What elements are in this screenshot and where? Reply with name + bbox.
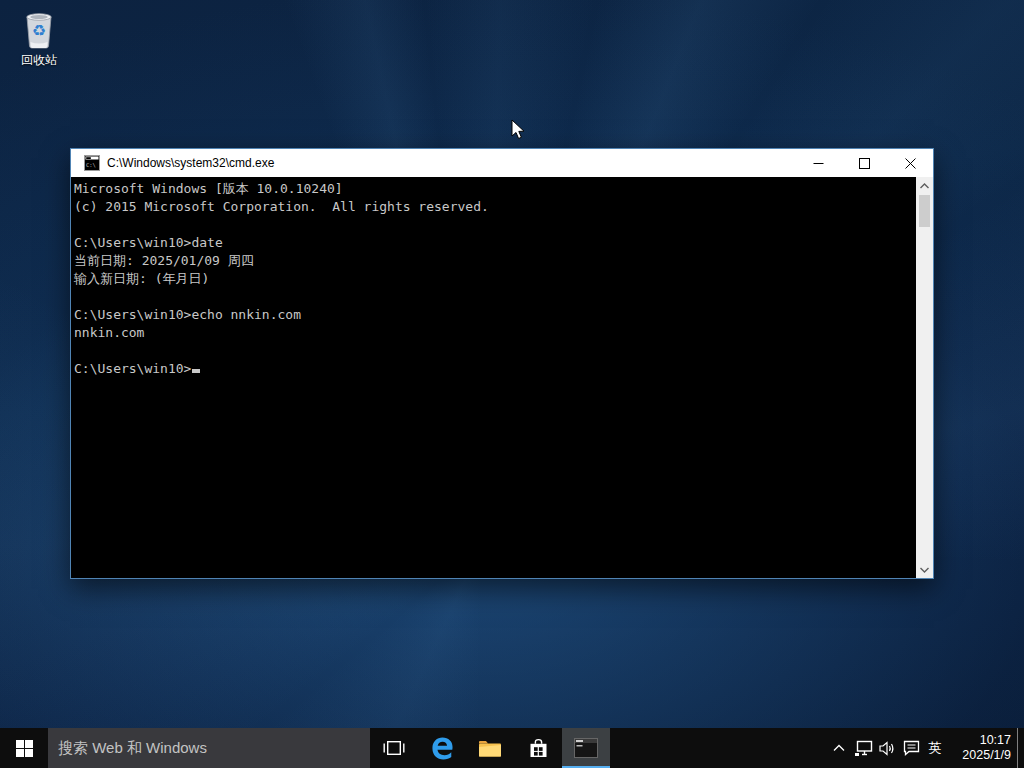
windows-logo-icon [16, 740, 33, 757]
maximize-button[interactable] [841, 149, 887, 177]
taskbar: 搜索 Web 和 Windows [0, 728, 1024, 768]
edge-button[interactable] [418, 728, 466, 768]
edge-icon [429, 735, 456, 762]
recycle-bin-label: 回收站 [6, 52, 72, 69]
cmd-taskbar-icon [574, 738, 598, 758]
file-explorer-button[interactable] [466, 728, 514, 768]
start-button[interactable] [0, 728, 48, 768]
close-button[interactable] [887, 149, 933, 177]
system-tray: 英 10:17 2025/1/9 [827, 728, 1024, 768]
mouse-cursor [511, 119, 526, 141]
scroll-down-icon[interactable] [916, 561, 933, 578]
recycle-bin[interactable]: ♻ 回收站 [6, 8, 72, 69]
cmd-taskbar-button[interactable] [562, 728, 610, 768]
search-placeholder: 搜索 Web 和 Windows [58, 739, 207, 758]
cmd-titlebar[interactable]: C:\ C:\Windows\system32\cmd.exe [71, 149, 933, 177]
search-box[interactable]: 搜索 Web 和 Windows [48, 728, 370, 768]
action-center-button[interactable] [899, 728, 923, 768]
network-tray-button[interactable] [851, 728, 875, 768]
ime-indicator[interactable]: 英 [923, 728, 947, 768]
minimize-button[interactable] [795, 149, 841, 177]
scroll-up-icon[interactable] [916, 177, 933, 194]
task-view-button[interactable] [370, 728, 418, 768]
cmd-app-icon: C:\ [84, 155, 100, 171]
svg-text:♻: ♻ [32, 21, 46, 40]
svg-text:C:\: C:\ [86, 162, 96, 168]
speaker-icon [879, 741, 896, 756]
cmd-window: C:\ C:\Windows\system32\cmd.exe Microsof… [70, 148, 934, 579]
terminal-scrollbar[interactable] [916, 177, 933, 578]
terminal-output[interactable]: Microsoft Windows [版本 10.0.10240] (c) 20… [71, 177, 916, 578]
clock-time: 10:17 [949, 733, 1011, 748]
clock-date: 2025/1/9 [949, 748, 1011, 763]
show-desktop-button[interactable] [1017, 728, 1024, 768]
chevron-up-icon [833, 744, 845, 752]
scrollbar-thumb[interactable] [919, 195, 930, 227]
store-button[interactable] [514, 728, 562, 768]
store-icon [528, 737, 549, 759]
clock[interactable]: 10:17 2025/1/9 [949, 733, 1011, 763]
window-title: C:\Windows\system32\cmd.exe [107, 156, 274, 170]
task-view-icon [383, 740, 405, 756]
terminal-cursor [192, 369, 200, 373]
file-explorer-icon [478, 739, 502, 758]
tray-expand-button[interactable] [827, 728, 851, 768]
recycle-bin-icon: ♻ [20, 8, 58, 50]
network-icon [854, 740, 873, 757]
notification-icon [903, 740, 920, 756]
volume-tray-button[interactable] [875, 728, 899, 768]
